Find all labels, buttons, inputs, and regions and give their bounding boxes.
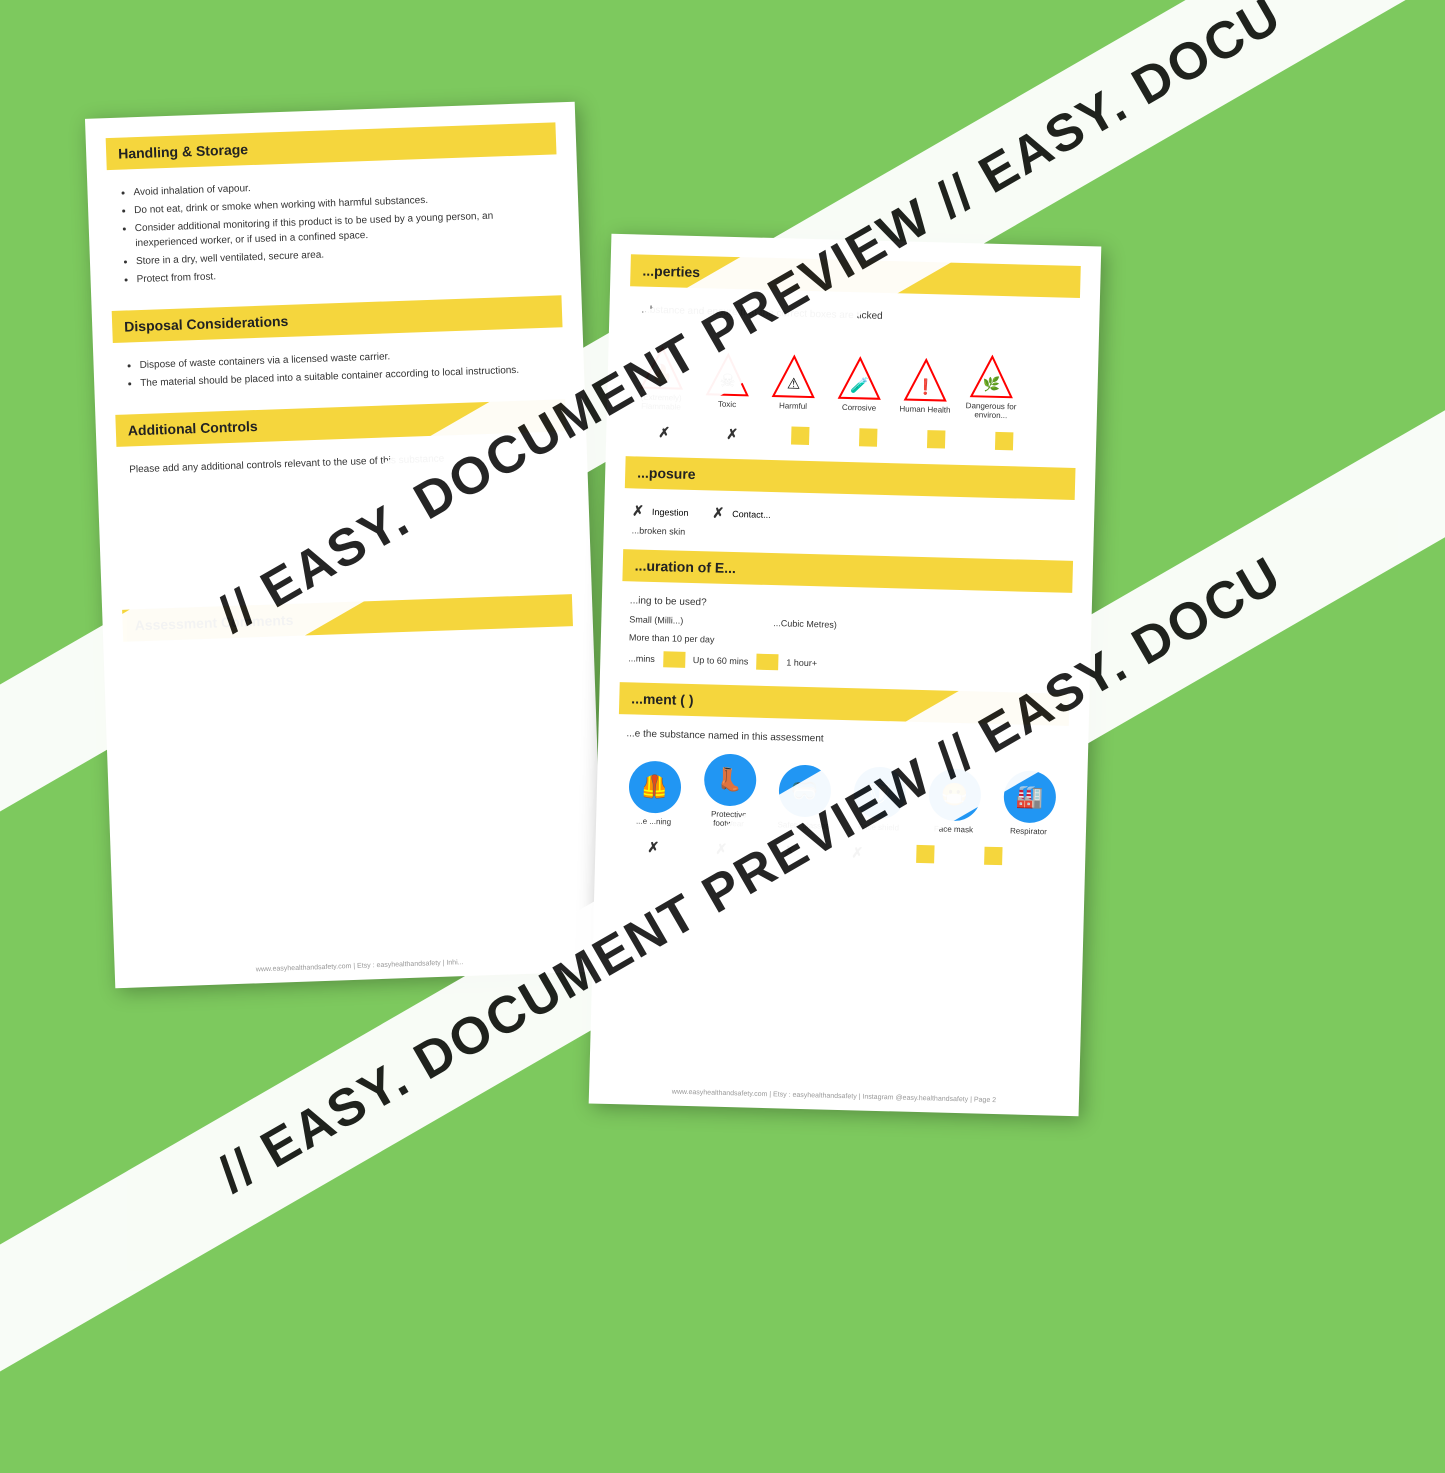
svg-text:❗: ❗ <box>916 377 935 395</box>
exposure-header: ...posure <box>625 456 1076 500</box>
handling-header: Handling & Storage <box>106 122 557 170</box>
disposal-header: Disposal Considerations <box>112 295 563 343</box>
svg-text:🧪: 🧪 <box>850 376 869 394</box>
svg-text:🌿: 🌿 <box>983 376 1001 393</box>
ppe-partial-left: 🦺 ...e ...ning <box>620 760 689 827</box>
doc-right-footer: www.easyhealthandsafety.com | Etsy : eas… <box>589 1086 1079 1106</box>
handling-body: Avoid inhalation of vapour. Do not eat, … <box>107 164 561 297</box>
disposal-body: Dispose of waste containers via a licens… <box>113 337 564 401</box>
exposure-section: ...posure ✗ Ingestion ✗ Contact... ...br… <box>624 456 1076 549</box>
duration-header: ...uration of E... <box>622 549 1073 593</box>
hazard-environment: 🌿 Dangerous for environ... <box>961 354 1023 421</box>
svg-text:⚠: ⚠ <box>787 375 801 392</box>
disposal-section: Disposal Considerations Dispose of waste… <box>112 295 565 401</box>
handling-section: Handling & Storage Avoid inhalation of v… <box>106 122 561 297</box>
hazard-corrosive: 🧪 Corrosive <box>829 355 890 413</box>
hazard-human-health: ❗ Human Health <box>895 357 956 415</box>
duration-section: ...uration of E... ...ing to be used? Sm… <box>620 549 1073 682</box>
